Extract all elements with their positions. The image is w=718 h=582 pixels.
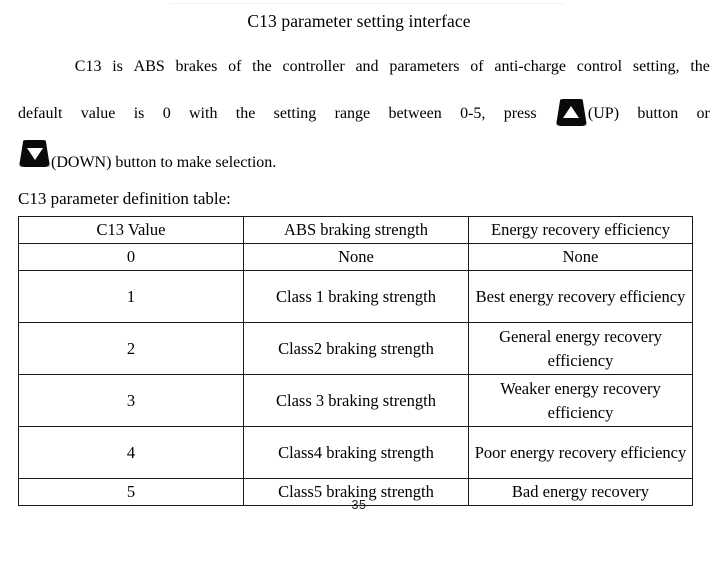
triangle-down-glyph [26,147,43,160]
word: button [637,105,679,122]
word: parameters [389,58,460,75]
cell-c13-value: 2 [18,322,244,375]
column-header-energy-recovery-efficiency: Energy recovery efficiency [468,216,693,244]
word: brakes [175,58,218,75]
column-header-c13-value: C13 Value [18,216,244,244]
paragraph-line-1: C13 is ABS brakes of the controller and … [18,58,710,99]
word: 0-5, [460,105,486,122]
word: press [503,105,537,122]
word: C13 [74,58,102,75]
word: 0 [162,105,171,122]
down-button-label: (DOWN) button to make selection. [51,154,277,171]
down-triangle-button-icon [19,140,50,167]
cell-c13-value: 0 [18,243,244,271]
table-row: 1 Class 1 braking strength Best energy r… [18,270,693,323]
triangle-up-glyph [563,105,580,118]
cell-recovery-efficiency: None [468,243,693,271]
table-row: 2 Class2 braking strength General energy… [18,322,693,375]
paragraph-line-3: (DOWN) button to make selection. [18,140,710,181]
cell-recovery-efficiency: General energy recovery efficiency [468,322,693,375]
word: of [228,58,242,75]
word: the [235,105,256,122]
table-row: 3 Class 3 braking strength Weaker energy… [18,374,693,427]
word: the [690,58,710,75]
up-button-with-label: (UP) [555,99,619,126]
word: default [18,105,63,122]
word: control [576,58,623,75]
cell-braking-strength: Class 3 braking strength [243,374,469,427]
page-number-footer: - 35 - [342,498,376,512]
word: anti-charge [494,58,567,75]
cell-recovery-efficiency: Weaker energy recovery efficiency [468,374,693,427]
cell-braking-strength: None [243,243,469,271]
word: or [696,105,710,122]
cell-recovery-efficiency: Poor energy recovery efficiency [468,426,693,479]
document-page: C13 parameter setting interface C13 is A… [0,0,718,582]
column-header-abs-braking-strength: ABS braking strength [243,216,469,244]
cell-braking-strength: Class4 braking strength [243,426,469,479]
table-caption: C13 parameter definition table: [18,189,231,208]
word: controller [282,58,345,75]
word: is [112,58,123,75]
word: setting, [632,58,680,75]
up-triangle-button-icon [555,99,587,126]
word: of [470,58,484,75]
page-title: C13 parameter setting interface [247,11,471,31]
table-row: 0 None None [18,243,693,271]
word: and [355,58,379,75]
cell-c13-value: 1 [18,270,244,323]
parameter-definition-table: C13 Value ABS braking strength Energy re… [18,216,693,506]
word: range [334,105,371,122]
cell-recovery-efficiency: Best energy recovery efficiency [468,270,693,323]
table-header-row: C13 Value ABS braking strength Energy re… [18,216,693,244]
page-header-rule [170,3,565,4]
table-row: 4 Class4 braking strength Poor energy re… [18,426,693,479]
up-button-label: (UP) [587,105,620,122]
word: is [133,105,145,122]
word: setting [273,105,317,122]
word: with [189,105,218,122]
cell-c13-value: 3 [18,374,244,427]
body-text-block: C13 is ABS brakes of the controller and … [18,58,710,181]
word: between [388,105,442,122]
word: ABS [133,58,165,75]
word: value [80,105,116,122]
cell-braking-strength: Class 1 braking strength [243,270,469,323]
cell-braking-strength: Class2 braking strength [243,322,469,375]
paragraph-line-2: default value is 0 with the setting rang… [18,99,710,140]
cell-c13-value: 4 [18,426,244,479]
word: the [252,58,272,75]
